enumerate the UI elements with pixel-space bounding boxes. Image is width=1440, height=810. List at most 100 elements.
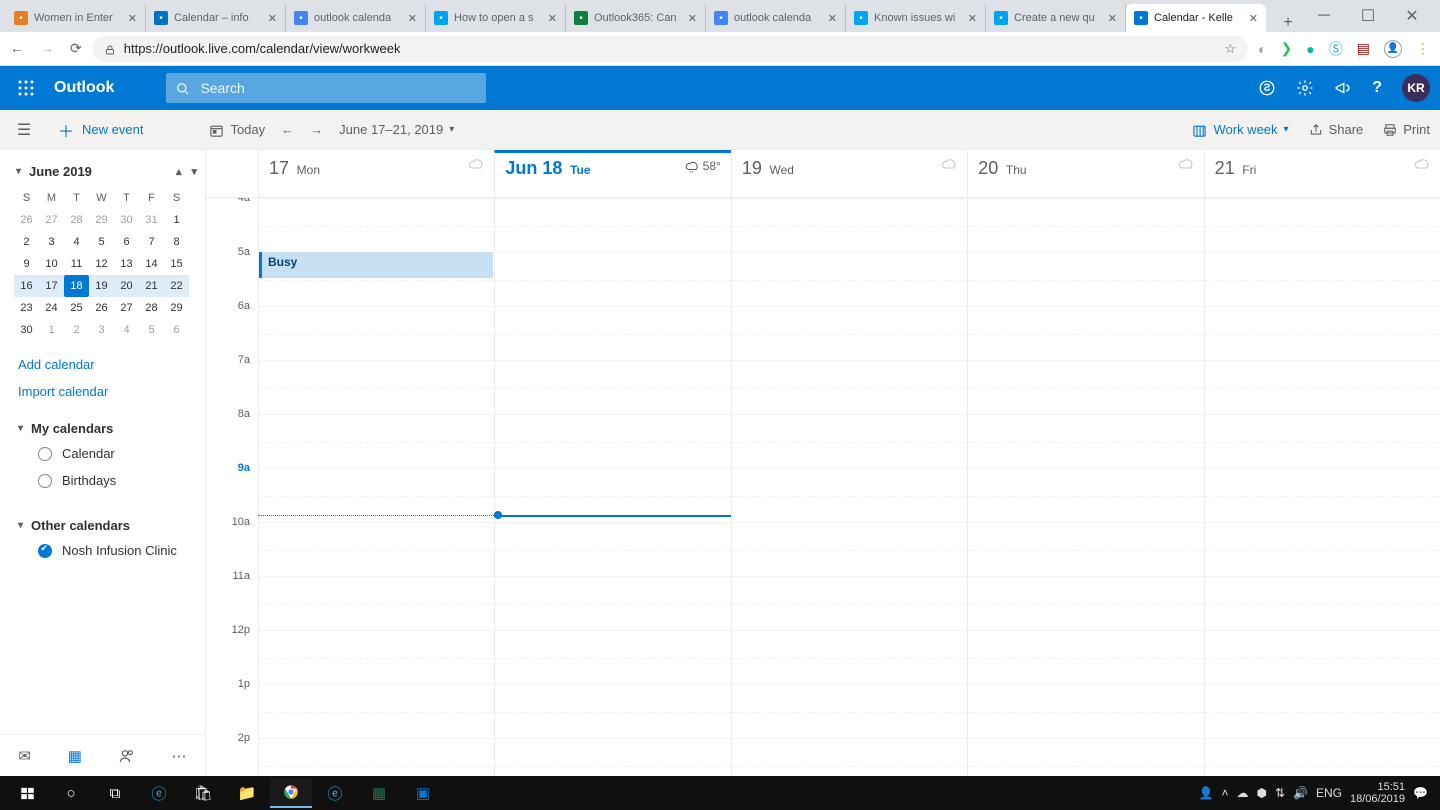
taskbar-clock[interactable]: 15:51 18/06/2019 bbox=[1350, 781, 1405, 805]
people-tray-icon[interactable]: 👤 bbox=[1199, 786, 1214, 800]
time-cell[interactable] bbox=[494, 306, 730, 360]
mini-cal-day[interactable]: 19 bbox=[89, 275, 114, 297]
time-cell[interactable] bbox=[494, 414, 730, 468]
mini-cal-day[interactable]: 27 bbox=[114, 297, 139, 319]
mini-cal-day[interactable]: 25 bbox=[64, 297, 89, 319]
mini-cal-day[interactable]: 3 bbox=[39, 231, 64, 253]
time-cell[interactable] bbox=[1204, 252, 1440, 306]
mini-cal-day[interactable]: 15 bbox=[164, 253, 189, 275]
mini-cal-header[interactable]: ▾ June 2019 ▴ ▾ bbox=[8, 160, 205, 185]
time-cell[interactable] bbox=[731, 252, 967, 306]
close-tab-icon[interactable]: ✕ bbox=[1249, 12, 1258, 25]
time-cell[interactable] bbox=[494, 684, 730, 738]
search-box[interactable] bbox=[166, 73, 486, 103]
time-cell[interactable] bbox=[967, 468, 1203, 522]
browser-tab[interactable]: •outlook calenda✕ bbox=[286, 4, 426, 32]
search-input[interactable] bbox=[200, 80, 476, 96]
close-tab-icon[interactable]: ✕ bbox=[408, 12, 417, 25]
browser-tab[interactable]: •Women in Enter✕ bbox=[6, 4, 146, 32]
new-tab-button[interactable]: + bbox=[1274, 14, 1302, 32]
calendar-item-nosh[interactable]: Nosh Infusion Clinic bbox=[18, 537, 195, 564]
ext-icon-pdf[interactable]: ▤ bbox=[1357, 40, 1370, 57]
chrome-menu-icon[interactable]: ⋮ bbox=[1416, 40, 1430, 57]
calendar-item-calendar[interactable]: Calendar bbox=[18, 440, 195, 467]
people-module-icon[interactable] bbox=[119, 747, 135, 764]
time-cell[interactable] bbox=[494, 198, 730, 252]
time-cell[interactable] bbox=[731, 684, 967, 738]
event-busy[interactable]: Busy bbox=[259, 252, 493, 278]
time-cell[interactable] bbox=[1204, 360, 1440, 414]
mini-cal-day[interactable]: 3 bbox=[89, 319, 114, 341]
close-window-button[interactable]: ✕ bbox=[1390, 0, 1434, 32]
time-cell[interactable] bbox=[1204, 414, 1440, 468]
app-launcher-icon[interactable] bbox=[10, 72, 42, 104]
mini-cal-day[interactable]: 5 bbox=[89, 231, 114, 253]
browser-tab[interactable]: •Calendar – info✕ bbox=[146, 4, 286, 32]
next-month-button[interactable]: ▾ bbox=[191, 165, 197, 178]
time-cell[interactable] bbox=[258, 360, 494, 414]
time-cell[interactable] bbox=[967, 306, 1203, 360]
mini-cal-day[interactable]: 4 bbox=[114, 319, 139, 341]
mini-cal-day[interactable]: 1 bbox=[164, 209, 189, 231]
taskview-button[interactable]: ⧉ bbox=[94, 778, 136, 808]
back-button[interactable]: ← bbox=[10, 40, 24, 57]
mini-calendar[interactable]: SMTWTFS262728293031123456789101112131415… bbox=[8, 185, 205, 349]
time-cell[interactable] bbox=[494, 468, 730, 522]
mini-cal-day[interactable]: 13 bbox=[114, 253, 139, 275]
mini-cal-day[interactable]: 12 bbox=[89, 253, 114, 275]
more-modules-icon[interactable]: ⋯ bbox=[172, 747, 187, 765]
edge-taskbar-icon[interactable]: ⓔ bbox=[138, 778, 180, 808]
time-cell[interactable] bbox=[967, 360, 1203, 414]
ext-icon-1[interactable]: ◐ bbox=[1258, 41, 1266, 57]
ext-icon-evernote[interactable]: ❯ bbox=[1281, 40, 1293, 57]
day-header[interactable]: 20 Thu bbox=[967, 150, 1203, 198]
mini-cal-day[interactable]: 6 bbox=[164, 319, 189, 341]
time-cell[interactable] bbox=[1204, 738, 1440, 776]
close-tab-icon[interactable]: ✕ bbox=[688, 12, 697, 25]
volume-tray-icon[interactable]: 🔊 bbox=[1293, 786, 1308, 800]
time-cell[interactable] bbox=[258, 684, 494, 738]
maximize-button[interactable]: ☐ bbox=[1346, 0, 1390, 32]
time-cell[interactable] bbox=[1204, 576, 1440, 630]
mini-cal-day[interactable]: 30 bbox=[14, 319, 39, 341]
mini-cal-day[interactable]: 31 bbox=[139, 209, 164, 231]
time-cell[interactable] bbox=[494, 252, 730, 306]
time-cell[interactable] bbox=[1204, 522, 1440, 576]
date-range-picker[interactable]: June 17–21, 2019 ▾ bbox=[339, 122, 454, 137]
system-tray[interactable]: 👤 ˄ ☁ ⬢ ⇅ 🔊 ENG 15:51 18/06/2019 💬 bbox=[1199, 781, 1435, 805]
mini-cal-day[interactable]: 29 bbox=[89, 209, 114, 231]
ext-icon-skype[interactable]: Ⓢ bbox=[1329, 39, 1343, 59]
mini-cal-day[interactable]: 29 bbox=[164, 297, 189, 319]
cortana-button[interactable]: ○ bbox=[50, 778, 92, 808]
onedrive-tray-icon[interactable]: ☁ bbox=[1236, 786, 1248, 800]
prev-month-button[interactable]: ▴ bbox=[176, 165, 182, 178]
mini-cal-day[interactable]: 27 bbox=[39, 209, 64, 231]
time-cell[interactable] bbox=[258, 522, 494, 576]
forward-button[interactable]: → bbox=[40, 40, 54, 57]
time-cell[interactable] bbox=[494, 630, 730, 684]
browser-tab[interactable]: •Known issues wi✕ bbox=[846, 4, 986, 32]
share-button[interactable]: Share bbox=[1309, 122, 1364, 138]
skype-icon[interactable] bbox=[1258, 79, 1276, 97]
my-calendars-header[interactable]: ▾ My calendars bbox=[18, 417, 195, 440]
tray-chevron-icon[interactable]: ˄ bbox=[1221, 786, 1228, 800]
time-cell[interactable] bbox=[258, 306, 494, 360]
mini-cal-day[interactable]: 2 bbox=[64, 319, 89, 341]
mini-cal-day[interactable]: 6 bbox=[114, 231, 139, 253]
other-calendars-header[interactable]: ▾ Other calendars bbox=[18, 514, 195, 537]
time-cell[interactable] bbox=[258, 576, 494, 630]
time-cell[interactable] bbox=[967, 576, 1203, 630]
mini-cal-day[interactable]: 28 bbox=[139, 297, 164, 319]
close-tab-icon[interactable]: ✕ bbox=[548, 12, 557, 25]
time-cell[interactable] bbox=[731, 468, 967, 522]
explorer-taskbar-icon[interactable]: 📁 bbox=[226, 778, 268, 808]
mini-cal-day[interactable]: 20 bbox=[114, 275, 139, 297]
mini-cal-day[interactable]: 24 bbox=[39, 297, 64, 319]
mini-cal-day[interactable]: 14 bbox=[139, 253, 164, 275]
store-taskbar-icon[interactable]: 🛍 bbox=[182, 778, 224, 808]
mini-cal-day[interactable]: 16 bbox=[14, 275, 39, 297]
time-cell[interactable] bbox=[967, 738, 1203, 776]
start-button[interactable] bbox=[6, 778, 48, 808]
day-header[interactable]: 21 Fri bbox=[1204, 150, 1440, 198]
time-cell[interactable] bbox=[731, 738, 967, 776]
